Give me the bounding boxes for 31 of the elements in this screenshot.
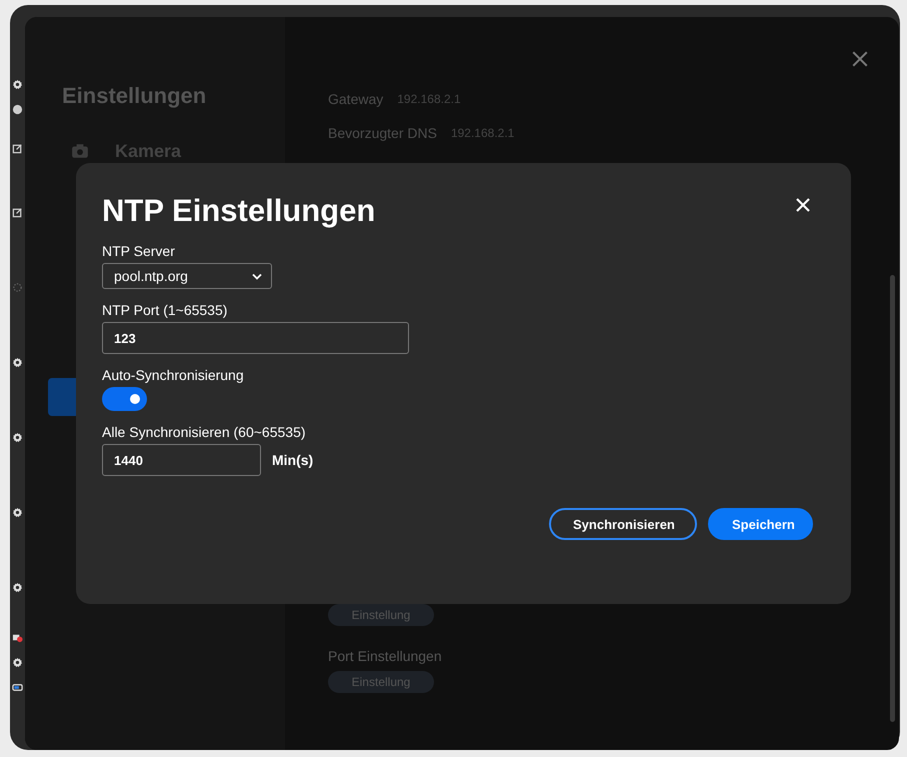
field-label: Bevorzugter DNS	[328, 124, 437, 140]
unit-label: Min(s)	[272, 452, 314, 468]
chevron-icon	[252, 272, 262, 280]
gear-icon[interactable]	[12, 357, 23, 368]
alert-icon	[12, 632, 23, 643]
battery-icon	[12, 682, 23, 693]
sync-button[interactable]: Synchronisieren	[549, 508, 697, 540]
gear-icon[interactable]	[12, 507, 23, 518]
save-button[interactable]: Speichern	[708, 508, 813, 540]
field-label: Gateway	[328, 90, 384, 106]
ball-icon[interactable]	[12, 104, 23, 115]
field-label: Alle Synchronisieren (60~65535)	[102, 424, 306, 440]
edit-icon[interactable]	[12, 207, 23, 218]
port-input[interactable]: 123	[102, 322, 409, 354]
field-label: NTP Server	[102, 243, 175, 259]
gear-icon[interactable]	[12, 582, 23, 593]
section-title: Port Einstellungen	[328, 648, 442, 664]
gear-icon[interactable]	[12, 432, 23, 443]
interval-input[interactable]: 1440	[102, 444, 261, 476]
toggle-switch[interactable]	[102, 387, 147, 411]
edit-icon[interactable]	[12, 143, 23, 154]
gear-icon[interactable]	[12, 657, 23, 668]
field-label: Auto-Synchronisierung	[102, 367, 244, 383]
camera-icon	[71, 143, 89, 159]
dialog-title: NTP Einstellungen	[102, 193, 376, 229]
scrollbar[interactable]	[890, 275, 895, 722]
settings-title: Einstellungen	[62, 83, 208, 109]
gear-icon[interactable]	[12, 79, 23, 90]
server-dropdown[interactable]: pool.ntp.org	[102, 263, 272, 289]
spinner-icon	[12, 282, 23, 293]
field-label: NTP Port (1~65535)	[102, 302, 228, 318]
